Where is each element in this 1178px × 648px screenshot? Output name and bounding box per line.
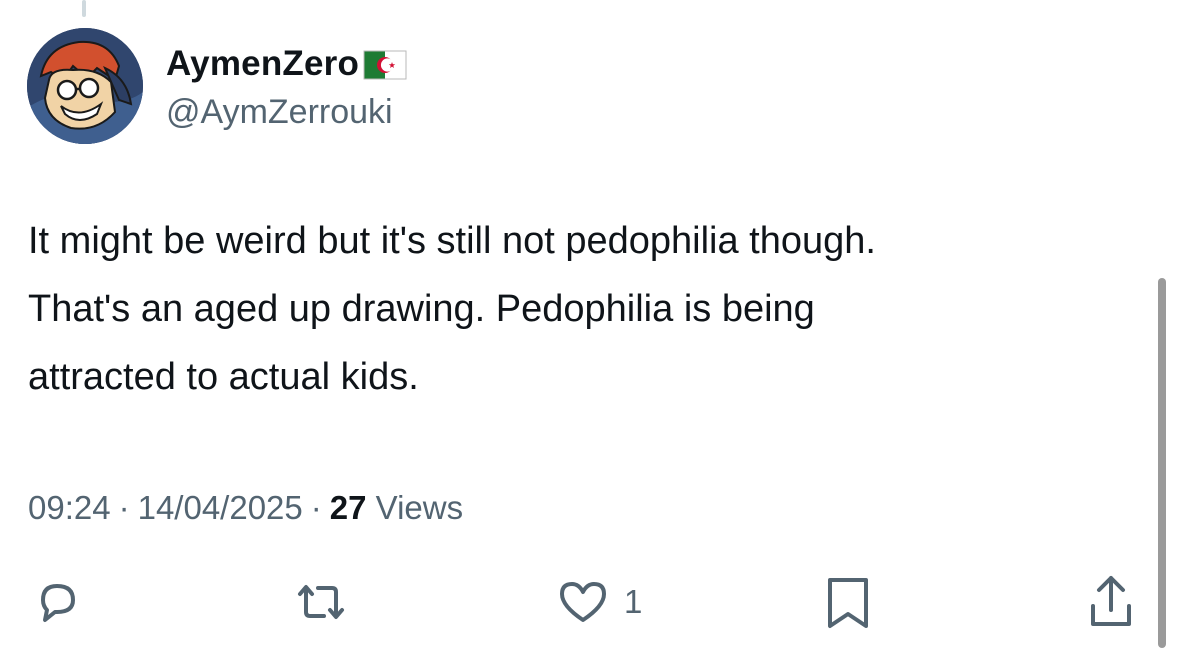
retweet-button[interactable] [286,570,356,634]
author-handle[interactable]: @AymZerrouki [166,90,393,134]
tweet-text-line: attracted to actual kids. [28,356,419,398]
heart-icon [560,582,606,622]
tweet-date[interactable]: 14/04/2025 [138,489,303,526]
bookmark-icon [828,578,868,628]
tweet-action-bar: 1 [0,570,1178,634]
tweet-time[interactable]: 09:24 [28,489,111,526]
bookmark-button[interactable] [818,570,878,634]
author-display-name[interactable]: AymenZero [166,42,359,86]
views-label: Views [375,489,464,526]
thread-connector-line [82,0,86,17]
meta-separator: · [310,489,322,526]
avatar-illustration [27,28,143,144]
share-icon [1091,576,1131,626]
scrollbar[interactable] [1158,278,1166,648]
reply-icon [41,584,75,622]
retweet-icon [298,585,344,619]
like-button[interactable]: 1 [552,570,642,634]
meta-separator: · [118,489,130,526]
tweet-metadata: 09:24 · 14/04/2025 · 27 Views [28,486,463,530]
share-button[interactable] [1081,570,1141,634]
algeria-flag-icon [363,50,407,80]
tweet-text: It might be weird but it's still not ped… [28,207,1138,411]
tweet-text-line: That's an aged up drawing. Pedophilia is… [28,288,815,330]
views-count: 27 [329,489,367,526]
tweet-text-line: It might be weird but it's still not ped… [28,220,876,262]
avatar[interactable] [27,28,143,144]
reply-button[interactable] [27,570,87,634]
like-count: 1 [624,583,643,620]
